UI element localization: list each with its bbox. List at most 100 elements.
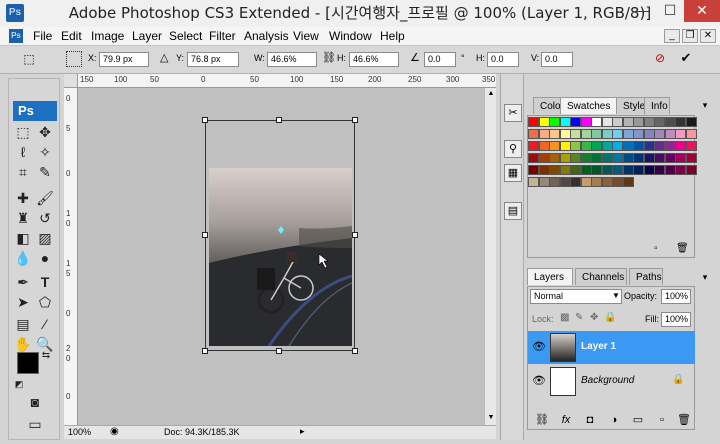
width-field[interactable]: 46.6% [267,52,317,67]
color-swatch[interactable] [601,129,613,139]
color-swatch[interactable] [591,117,602,127]
menu-analysis[interactable]: Analysis [244,29,289,43]
color-swatch[interactable] [538,177,550,187]
color-swatch[interactable] [685,129,697,139]
color-swatch[interactable] [580,129,592,139]
blend-mode-select[interactable]: Normal [530,289,622,304]
color-swatch[interactable] [643,117,655,127]
color-swatch[interactable] [612,165,623,175]
color-swatch[interactable] [685,153,697,163]
color-swatch[interactable] [633,153,644,163]
color-swatch[interactable] [570,129,581,139]
default-colors-icon[interactable]: ◩ [13,375,25,393]
menu-filter[interactable]: Filter [209,29,236,43]
height-field[interactable]: 46.6% [349,52,399,67]
link-icon[interactable]: ⛓ [322,51,336,64]
transform-handle[interactable] [276,348,282,354]
color-swatch[interactable] [549,153,560,163]
foreground-color-swatch[interactable] [17,352,39,374]
color-swatch[interactable] [570,165,581,175]
healing-brush-icon[interactable]: ✚ [13,189,33,207]
color-swatch[interactable] [591,129,602,139]
color-swatch[interactable] [643,165,655,175]
color-swatch[interactable] [559,165,571,175]
commit-transform-icon[interactable]: ✔ [678,50,694,66]
layer-name[interactable]: Layer 1 [581,341,616,352]
visibility-eye-icon[interactable]: 👁 [532,374,546,388]
history-brush-icon[interactable]: ↺ [35,209,55,227]
menu-layer[interactable]: Layer [132,29,162,43]
color-swatch[interactable] [654,141,665,151]
color-swatch[interactable] [622,129,634,139]
color-swatch[interactable] [601,165,613,175]
color-swatch[interactable] [601,177,613,187]
reference-point-icon[interactable] [66,51,82,67]
color-swatch[interactable] [664,117,676,127]
opacity-field[interactable]: 100% [661,289,691,304]
zoom-level[interactable]: 100% [68,427,91,437]
slice-tool-icon[interactable]: ✎ [35,163,55,181]
crop-tool-icon[interactable]: ⌗ [13,163,33,181]
tab-layers[interactable]: Layers ✕ [527,268,573,300]
tab-paths[interactable]: Paths [629,268,663,285]
delete-swatch-icon[interactable]: 🗑 [676,243,689,255]
marquee-tool-icon[interactable]: ⬚ [13,123,33,141]
color-swatch[interactable] [664,153,676,163]
document-photo[interactable] [209,168,352,346]
color-swatch[interactable] [685,165,697,175]
color-swatch[interactable] [685,141,697,151]
shape-tool-icon[interactable]: ⬠ [35,293,55,311]
color-swatch[interactable] [633,129,644,139]
link-layers-icon[interactable]: ⛓ [534,413,550,427]
menu-edit[interactable]: Edit [61,29,82,43]
pen-tool-icon[interactable]: ✒ [13,273,33,291]
menu-file[interactable]: File [33,29,52,43]
color-swatch[interactable] [528,177,539,187]
color-swatch[interactable] [528,141,539,151]
color-swatch[interactable] [549,141,560,151]
layer-row-background[interactable]: 👁 Background 🔒 [528,365,695,398]
lock-position-icon[interactable]: ✥ [590,312,598,323]
color-swatch[interactable] [538,117,550,127]
color-swatch[interactable] [580,165,592,175]
transform-handle[interactable] [202,232,208,238]
delta-icon[interactable]: △ [160,51,168,64]
color-swatch[interactable] [580,141,592,151]
color-swatch[interactable] [591,153,602,163]
menu-help[interactable]: Help [380,29,405,43]
navigator-panel-icon[interactable]: ✂ [504,104,522,122]
new-layer-icon[interactable]: ▫ [654,413,670,427]
tab-color[interactable]: Color [533,97,564,114]
hand-tool-icon[interactable]: ✋ [13,335,33,353]
color-swatch[interactable] [664,141,676,151]
history-panel-icon[interactable]: ⚲ [504,140,522,158]
tab-channels[interactable]: Channels [575,268,627,285]
menu-image[interactable]: Image [91,29,124,43]
color-swatch[interactable] [643,153,655,163]
color-swatch[interactable] [559,129,571,139]
transform-handle[interactable] [352,348,358,354]
color-swatch[interactable] [675,117,686,127]
brush-tool-icon[interactable]: 🖌 [35,189,55,207]
new-swatch-icon[interactable]: ▫ [654,243,666,255]
color-swatch[interactable] [538,153,550,163]
panel-menu-icon[interactable]: ▾ [699,100,711,112]
color-swatch[interactable] [559,141,571,151]
blur-tool-icon[interactable]: 💧 [13,249,33,267]
dodge-tool-icon[interactable]: ● [35,249,55,267]
scroll-up-icon[interactable]: ▲ [487,90,495,98]
color-swatch[interactable] [570,177,581,187]
maximize-window-button[interactable]: ☐ [656,0,684,22]
color-swatch[interactable] [591,141,602,151]
color-swatch[interactable] [559,177,571,187]
new-group-icon[interactable]: ▭ [630,413,646,427]
color-swatch[interactable] [654,129,665,139]
color-swatch[interactable] [622,117,634,127]
rotate-angle-field[interactable]: 0.0 [424,52,456,67]
transform-handle[interactable] [202,117,208,123]
menu-window[interactable]: Window [329,29,372,43]
lock-all-icon[interactable]: 🔒 [604,312,616,323]
close-window-button[interactable]: ✕ [684,0,720,22]
eraser-tool-icon[interactable]: ◧ [13,229,33,247]
menu-view[interactable]: View [293,29,319,43]
